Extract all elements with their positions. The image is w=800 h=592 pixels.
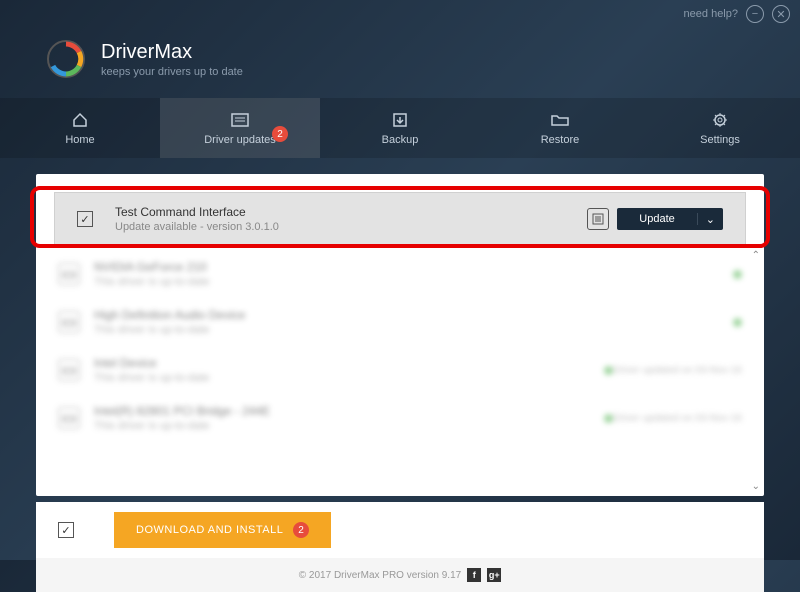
logo-icon [45,38,87,80]
list-icon [231,111,249,129]
status-dot [604,366,613,375]
driver-subtitle: Update available - version 3.0.1.0 [115,221,587,233]
list-item: ▭ Intel(R) 82801 PCI Bridge - 244EThis d… [54,394,746,442]
close-button[interactable]: ✕ [772,5,790,23]
nav-label: Backup [382,134,419,146]
nav-driver-updates[interactable]: Driver updates 2 [160,98,320,158]
scroll-down-icon[interactable]: ⌄ [752,481,760,492]
nav-label: Settings [700,134,740,146]
nav-settings[interactable]: Settings [640,98,800,158]
download-icon [391,111,409,129]
facebook-icon[interactable]: f [467,568,481,582]
device-icon: ▭ [58,311,80,333]
chevron-down-icon[interactable]: ⌄ [698,213,723,226]
nav-bar: Home Driver updates 2 Backup Restore Set… [0,98,800,158]
status-dot [733,318,742,327]
update-button[interactable]: Update [617,213,697,225]
header: DriverMax keeps your drivers up to date [0,28,800,98]
brand-subtitle: keeps your drivers up to date [101,66,243,78]
download-label: DOWNLOAD AND INSTALL [136,524,283,536]
blurred-driver-list: ⌃ ▭ NVIDIA GeForce 210This driver is up-… [36,246,764,496]
download-install-button[interactable]: DOWNLOAD AND INSTALL 2 [114,512,331,548]
driver-row-featured[interactable]: Test Command Interface Update available … [54,192,746,246]
brand-title: DriverMax [101,41,243,64]
device-icon: ▭ [58,263,80,285]
nav-label: Home [65,134,94,146]
nav-restore[interactable]: Restore [480,98,640,158]
update-split-button[interactable]: Update ⌄ [617,208,723,230]
gear-icon [711,111,729,129]
footer: © 2017 DriverMax PRO version 9.17 f g+ [36,558,764,592]
download-count-badge: 2 [293,522,309,538]
nav-home[interactable]: Home [0,98,160,158]
folder-icon [551,111,569,129]
scroll-up-icon[interactable]: ⌃ [752,250,760,261]
download-bar: DOWNLOAD AND INSTALL 2 [36,502,764,558]
list-item: ▭ Intel DeviceThis driver is up-to-date … [54,346,746,394]
googleplus-icon[interactable]: g+ [487,568,501,582]
select-all-checkbox[interactable] [58,522,74,538]
copyright: © 2017 DriverMax PRO version 9.17 [299,570,461,581]
device-icon: ▭ [58,359,80,381]
driver-title: Test Command Interface [115,205,587,219]
list-item: ▭ NVIDIA GeForce 210This driver is up-to… [54,250,746,298]
home-icon [71,111,89,129]
list-item: ▭ High Definition Audio DeviceThis drive… [54,298,746,346]
details-button[interactable] [587,208,609,230]
nav-backup[interactable]: Backup [320,98,480,158]
nav-label: Restore [541,134,580,146]
status-dot [604,414,613,423]
minimize-button[interactable]: − [746,5,764,23]
row-checkbox[interactable] [77,211,93,227]
nav-label: Driver updates [204,134,276,146]
help-link[interactable]: need help? [684,8,738,20]
device-icon: ▭ [58,407,80,429]
driver-list-panel: Test Command Interface Update available … [36,174,764,496]
status-dot [733,270,742,279]
update-count-badge: 2 [272,126,288,142]
titlebar: need help? − ✕ [0,0,800,28]
